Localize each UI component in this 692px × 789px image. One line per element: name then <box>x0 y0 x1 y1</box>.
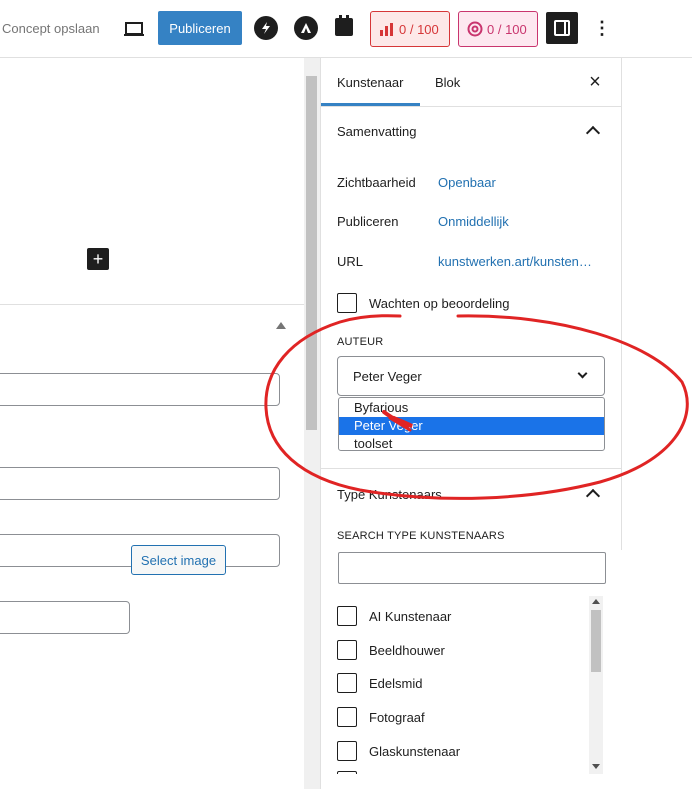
save-draft-button[interactable]: Concept opslaan <box>2 21 100 36</box>
pending-review-checkbox[interactable] <box>337 293 357 313</box>
meta-box-divider <box>0 304 304 305</box>
term-label: Beeldhouwer <box>369 642 445 658</box>
search-terms-input[interactable] <box>338 552 606 584</box>
author-label: AUTEUR <box>337 336 384 348</box>
publish-value[interactable]: Onmiddellijk <box>438 214 593 229</box>
plus-icon[interactable]: + <box>87 248 109 270</box>
readability-score-button[interactable]: 0 / 100 <box>458 11 538 47</box>
tabs-divider <box>321 106 621 107</box>
term-label: Fotograaf <box>369 709 425 725</box>
settings-sidebar: Kunstenaar Blok × Samenvatting Zichtbaar… <box>321 58 621 789</box>
seo-score-value: 0 / 100 <box>399 21 439 37</box>
term-checkbox[interactable] <box>337 640 357 660</box>
chevron-up-icon[interactable] <box>585 125 601 141</box>
bolt-icon[interactable] <box>254 16 278 40</box>
author-select[interactable]: Peter Veger <box>337 356 605 396</box>
clipboard-icon[interactable] <box>334 15 354 37</box>
select-image-button[interactable]: Select image <box>131 545 226 575</box>
list-item[interactable] <box>337 771 357 774</box>
collapse-meta-icon[interactable] <box>276 322 286 329</box>
term-checkbox[interactable] <box>337 673 357 693</box>
sidebar-right-edge <box>621 58 622 550</box>
editor-canvas: + <box>0 58 304 789</box>
editor-header: Concept opslaan Publiceren 0 / 100 0 / 1… <box>0 0 692 58</box>
chevron-up-icon[interactable] <box>585 488 601 504</box>
term-checkbox[interactable] <box>337 771 357 774</box>
pending-review-label: Wachten op beoordeling <box>369 296 510 311</box>
author-option-byfarious[interactable]: Byfarious <box>339 399 604 417</box>
editor-scrollbar-thumb[interactable] <box>306 76 317 430</box>
panel-divider <box>321 468 621 469</box>
seo-chart-icon <box>380 23 393 36</box>
list-item[interactable]: Beeldhouwer <box>337 640 445 660</box>
author-dropdown[interactable]: Byfarious Peter Veger toolset <box>338 397 605 451</box>
term-label: AI Kunstenaar <box>369 608 452 624</box>
visibility-label: Zichtbaarheid <box>337 175 416 190</box>
author-option-peter-veger[interactable]: Peter Veger <box>339 417 604 435</box>
scroll-up-icon[interactable] <box>592 599 600 604</box>
image-url-field[interactable] <box>0 601 130 634</box>
list-item[interactable]: Edelsmid <box>337 673 422 693</box>
tab-blok[interactable]: Blok <box>435 58 460 106</box>
taxonomy-panel-title[interactable]: Type Kunstenaars <box>337 487 442 502</box>
url-value[interactable]: kunstwerken.art/kunsten… <box>438 254 593 269</box>
readability-icon <box>467 21 483 37</box>
visibility-value[interactable]: Openbaar <box>438 175 593 190</box>
list-item[interactable]: AI Kunstenaar <box>337 606 451 626</box>
term-label: Glaskunstenaar <box>369 743 461 759</box>
term-checkbox[interactable] <box>337 741 357 761</box>
meta-field-2[interactable] <box>0 467 280 500</box>
author-option-toolset[interactable]: toolset <box>339 435 604 453</box>
terms-scrollbar-thumb[interactable] <box>591 610 601 672</box>
seo-score-button[interactable]: 0 / 100 <box>370 11 450 47</box>
url-label: URL <box>337 254 364 269</box>
sidebar-toggle-icon[interactable] <box>546 12 578 44</box>
list-item[interactable]: Glaskunstenaar <box>337 741 460 761</box>
term-checkbox[interactable] <box>337 606 357 626</box>
terms-list: AI Kunstenaar Beeldhouwer Edelsmid Fotog… <box>337 594 605 774</box>
list-item[interactable]: Fotograaf <box>337 707 425 727</box>
term-checkbox[interactable] <box>337 707 357 727</box>
term-label: Edelsmid <box>369 675 423 691</box>
chevron-down-icon <box>577 368 588 379</box>
publish-label: Publiceren <box>337 214 399 229</box>
readability-score-value: 0 / 100 <box>487 21 527 37</box>
more-vertical-icon[interactable]: ⋮ <box>592 16 612 40</box>
tab-kunstenaar[interactable]: Kunstenaar <box>321 58 419 106</box>
search-terms-label: SEARCH TYPE KUNSTENAARS <box>337 530 505 542</box>
publish-button[interactable]: Publiceren <box>158 11 242 45</box>
arrow-logo-icon[interactable] <box>294 16 318 40</box>
laptop-icon[interactable] <box>122 18 146 40</box>
scroll-down-icon[interactable] <box>592 764 600 769</box>
author-selected-value: Peter Veger <box>353 368 422 384</box>
close-icon[interactable]: × <box>585 72 605 92</box>
meta-field-1[interactable] <box>0 373 280 406</box>
summary-panel-title[interactable]: Samenvatting <box>337 124 417 139</box>
